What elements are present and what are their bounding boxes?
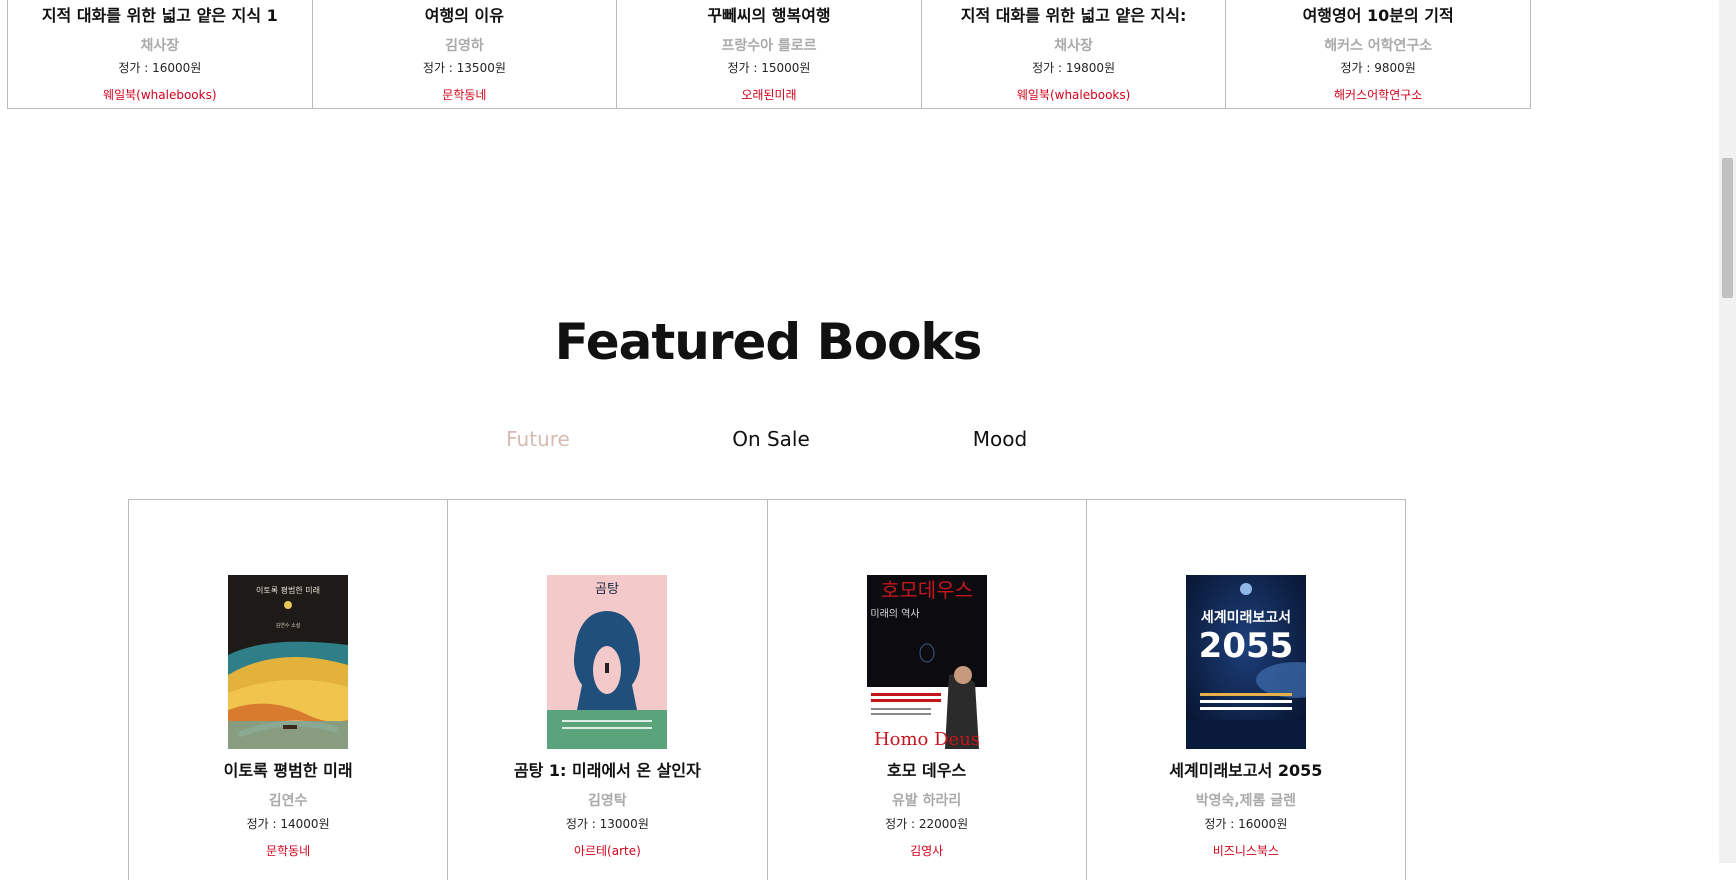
book-title[interactable]: 지적 대화를 위한 넓고 얕은 지식:: [922, 2, 1226, 26]
cover-title-text: 이토록 평범한 미래: [256, 585, 320, 595]
book-publisher: 오래된미래: [741, 88, 797, 102]
book-title[interactable]: 세계미래보고서 2055: [1087, 757, 1405, 781]
cover-year-text: 2055: [1199, 626, 1294, 666]
book-cover[interactable]: 세계미래보고서 2055: [1185, 575, 1306, 749]
book-card[interactable]: 이토록 평범한 미래 김연수 소설 이토록 평범한 미래 김연수 정가 : 14…: [128, 500, 447, 880]
cover-title-text: 세계미래보고서: [1201, 610, 1291, 626]
book-publisher: 문학동네: [442, 88, 487, 102]
book-publisher: 비즈니스북스: [1212, 844, 1279, 858]
book-card[interactable]: 지적 대화를 위한 넓고 얕은 지식: 채사장 정가 : 19800원 웨일북(…: [920, 0, 1226, 108]
book-cover[interactable]: 곰탕: [547, 575, 668, 749]
tab-future[interactable]: Future: [506, 427, 570, 451]
book-title[interactable]: 이토록 평범한 미래: [129, 757, 447, 781]
book-title[interactable]: 여행영어 10분의 기적: [1226, 2, 1530, 26]
book-card[interactable]: 호모데우스 미래의 역사 Homo Deus 호모 데우스 유발 하라리 정가 …: [766, 500, 1086, 880]
book-author: 유발 하라리: [891, 793, 962, 809]
cover-subtitle-text: 미래의 역사: [870, 608, 919, 620]
book-author: 채사장: [140, 38, 180, 54]
book-price: 정가 : 15000원: [727, 61, 811, 75]
book-title[interactable]: 곰탕 1: 미래에서 온 살인자: [448, 757, 766, 781]
book-card[interactable]: 여행의 이유 김영하 정가 : 13500원 문학동네: [311, 0, 617, 108]
book-author: 프랑수아 를로르: [721, 38, 817, 54]
book-publisher: 김영사: [910, 844, 944, 858]
book-price: 정가 : 22000원: [885, 817, 969, 831]
cover-english-title: Homo Deus: [874, 729, 980, 749]
featured-book-grid: 이토록 평범한 미래 김연수 소설 이토록 평범한 미래 김연수 정가 : 14…: [128, 499, 1406, 880]
book-title[interactable]: 꾸뻬씨의 행복여행: [617, 2, 921, 26]
book-price: 정가 : 13500원: [422, 61, 506, 75]
cover-title-text: 호모데우스: [881, 578, 973, 602]
book-price: 정가 : 13000원: [565, 817, 649, 831]
section-title: Featured Books: [554, 313, 983, 371]
book-price: 정가 : 16000원: [118, 61, 202, 75]
book-price: 정가 : 9800원: [1340, 61, 1416, 75]
cover-author-text: 김연수 소설: [276, 622, 301, 629]
book-card[interactable]: 세계미래보고서 2055 세계미래보고서 2055 박영숙,제롬 글렌 정가 :…: [1085, 500, 1406, 880]
book-publisher: 문학동네: [266, 844, 311, 858]
book-price: 정가 : 19800원: [1032, 61, 1116, 75]
book-publisher: 웨일북(whalebooks): [103, 88, 217, 102]
book-card[interactable]: 지적 대화를 위한 넓고 얕은 지식 1 채사장 정가 : 16000원 웨일북…: [7, 0, 312, 108]
book-title[interactable]: 여행의 이유: [313, 2, 617, 26]
book-card[interactable]: 곰탕 곰탕 1: 미래에서 온 살인자 김영탁 정가 : 13000원 아르테(…: [447, 500, 766, 880]
tab-mood[interactable]: Mood: [973, 427, 1027, 451]
scrollbar-thumb[interactable]: [1722, 158, 1733, 298]
cover-title-text: 곰탕: [595, 582, 619, 597]
vertical-scrollbar[interactable]: [1719, 0, 1736, 863]
book-author: 박영숙,제롬 글렌: [1195, 793, 1297, 809]
book-card[interactable]: 여행영어 10분의 기적 해커스 어학연구소 정가 : 9800원 해커스어학연…: [1225, 0, 1531, 108]
tab-on-sale[interactable]: On Sale: [732, 427, 810, 451]
book-author: 채사장: [1054, 38, 1093, 54]
top-book-row: 지적 대화를 위한 넓고 얕은 지식 1 채사장 정가 : 16000원 웨일북…: [7, 0, 1531, 109]
book-publisher: 웨일북(whalebooks): [1016, 88, 1131, 102]
book-cover[interactable]: 호모데우스 미래의 역사 Homo Deus: [866, 575, 987, 749]
book-author: 해커스 어학연구소: [1324, 38, 1433, 54]
book-author: 김영탁: [588, 793, 627, 809]
book-title[interactable]: 호모 데우스: [768, 757, 1086, 781]
book-price: 정가 : 16000원: [1204, 817, 1288, 831]
book-publisher: 해커스어학연구소: [1334, 88, 1423, 102]
book-author: 김연수: [268, 793, 308, 809]
book-card[interactable]: 꾸뻬씨의 행복여행 프랑수아 를로르 정가 : 15000원 오래된미래: [616, 0, 921, 108]
book-author: 김영하: [445, 38, 484, 54]
book-title[interactable]: 지적 대화를 위한 넓고 얕은 지식 1: [8, 2, 312, 26]
book-price: 정가 : 14000원: [246, 817, 330, 831]
book-publisher: 아르테(arte): [573, 844, 641, 858]
book-cover[interactable]: 이토록 평범한 미래 김연수 소설: [228, 575, 349, 749]
